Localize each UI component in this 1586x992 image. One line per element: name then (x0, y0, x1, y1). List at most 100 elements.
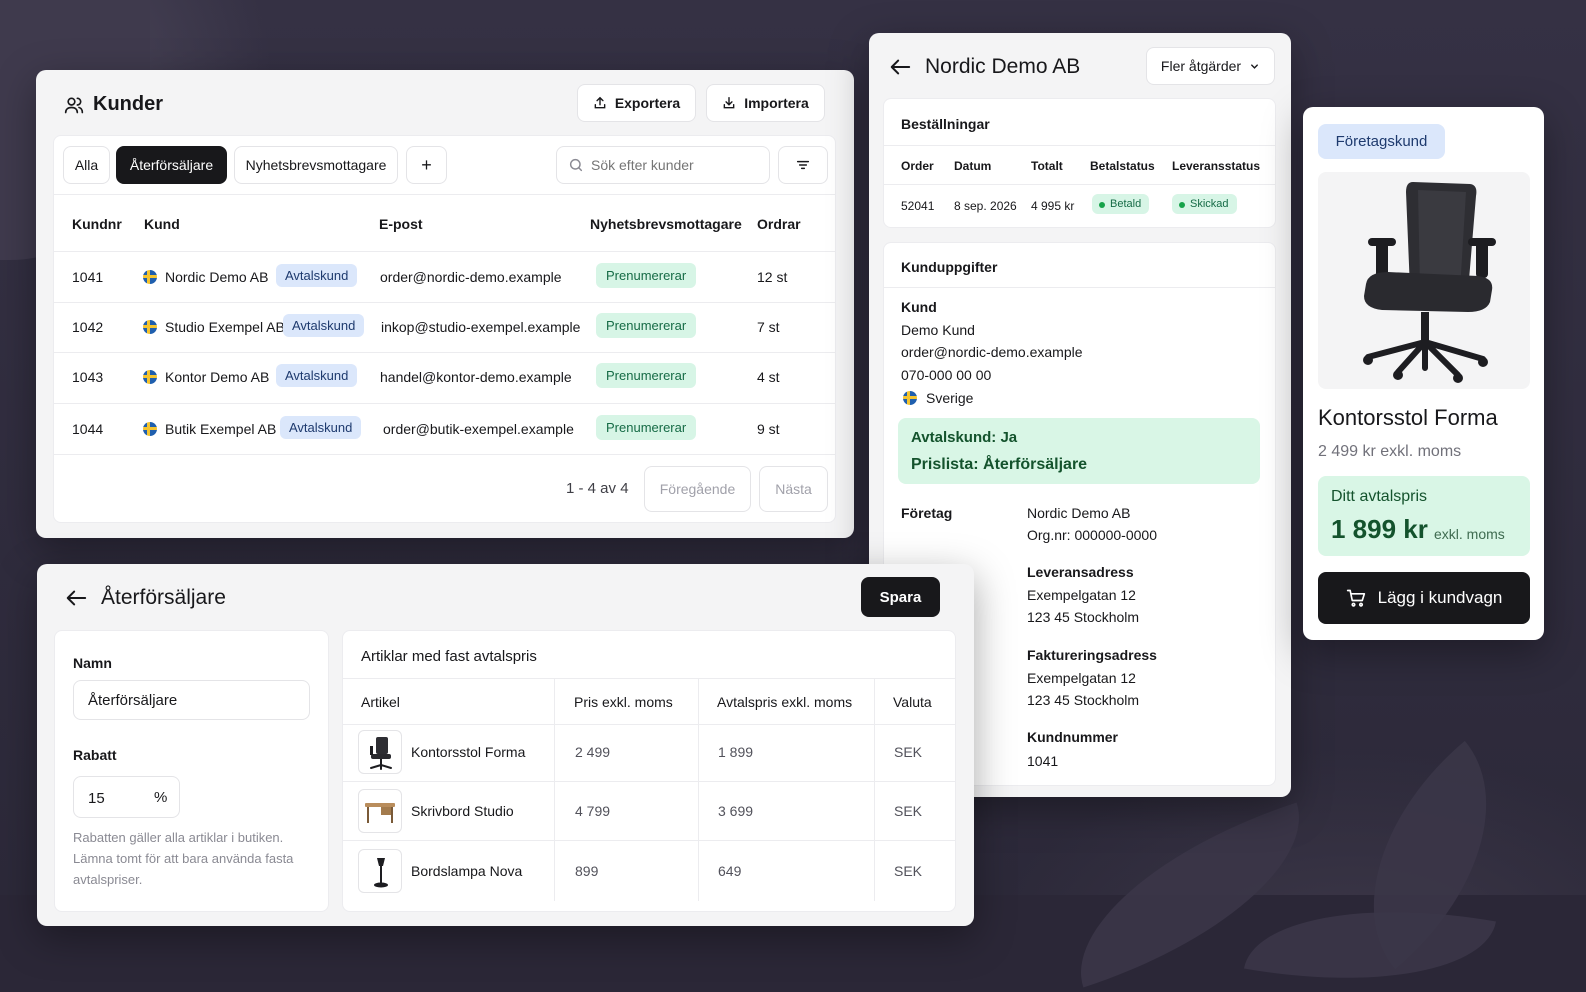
add-to-cart-label: Lägg i kundvagn (1377, 588, 1503, 607)
divider (343, 678, 955, 679)
articles-card: Artiklar med fast avtalspris Artikel Pri… (342, 630, 956, 912)
org-number: Org.nr: 000000-0000 (1027, 527, 1157, 543)
contact-name: Demo Kund (901, 322, 975, 338)
col-header-article: Artikel (361, 694, 400, 710)
export-button[interactable]: Exportera (577, 84, 696, 122)
col-header-price: Pris exkl. moms (574, 694, 673, 710)
customer-number-label: Kundnummer (1027, 729, 1118, 745)
list-price: 2 499 kr exkl. moms (1318, 443, 1462, 460)
delivery-status: Skickad (1190, 198, 1229, 210)
customer-id: 1041 (72, 269, 104, 285)
deal-price-label: Ditt avtalspris (1331, 488, 1428, 505)
agreement-badge: Avtalskund (283, 314, 365, 337)
table-row[interactable]: 1041 Nordic Demo AB Avtalskund order@nor… (54, 252, 835, 302)
filter-resellers[interactable]: Återförsäljare (116, 146, 227, 184)
article-deal-price: 1 899 (718, 744, 754, 760)
divider (54, 194, 835, 195)
search-box[interactable] (556, 146, 770, 184)
contact-phone: 070-000 00 00 (901, 367, 992, 383)
import-button[interactable]: Importera (706, 84, 825, 122)
pricelist-title: Återförsäljare (101, 586, 226, 609)
table-row[interactable]: 1043 Kontor Demo AB Avtalskund handel@ko… (54, 353, 835, 403)
delivery-address-label: Leveransadress (1027, 564, 1134, 580)
discount-field[interactable]: % (73, 776, 180, 818)
status-dot-icon (1099, 202, 1105, 208)
divider (54, 454, 835, 455)
table-row[interactable]: Skrivbord Studio 4 799 3 699 SEK (343, 782, 955, 841)
order-row[interactable]: 52041 8 sep. 2026 4 995 kr Betald Skicka… (884, 185, 1275, 225)
delivery-city: 123 45 Stockholm (1027, 609, 1140, 625)
more-actions-button[interactable]: Fler åtgärder (1146, 47, 1275, 85)
back-arrow-icon[interactable] (65, 588, 87, 608)
contact-email: order@nordic-demo.example (901, 344, 1083, 360)
billing-street: Exempelgatan 12 (1027, 670, 1136, 686)
order-id: 52041 (901, 199, 935, 213)
upload-icon (593, 96, 607, 110)
users-icon (64, 95, 84, 115)
percent-unit: % (154, 789, 168, 806)
desk-lamp-icon (358, 849, 402, 893)
order-count: 7 st (757, 319, 780, 335)
deal-price-suffix: exkl. moms (1434, 526, 1505, 542)
customer-id: 1044 (72, 421, 104, 437)
name-input[interactable] (73, 680, 310, 720)
table-row[interactable]: 1044 Butik Exempel AB Avtalskund order@b… (54, 404, 835, 454)
article-name: Skrivbord Studio (411, 803, 514, 819)
sweden-flag-icon (143, 370, 157, 384)
pricelist-panel: Återförsäljare Spara Namn Rabatt % Rabat… (37, 564, 974, 926)
cart-icon (1346, 588, 1366, 608)
divider (884, 145, 1275, 146)
customers-panel: Kunder Exportera Importera Alla Återförs… (36, 70, 854, 538)
table-row[interactable]: 1042 Studio Exempel AB Avtalskund inkop@… (54, 303, 835, 353)
search-icon (568, 157, 584, 173)
filter-options-button[interactable] (778, 146, 828, 184)
table-row[interactable]: Kontorsstol Forma 2 499 1 899 SEK (343, 725, 955, 782)
filter-newsletter[interactable]: Nyhetsbrevsmottagare (234, 146, 398, 184)
export-label: Exportera (614, 95, 681, 111)
payment-status: Betald (1110, 198, 1142, 210)
product-image (1318, 172, 1530, 389)
pricelist-settings-card: Namn Rabatt % Rabatten gäller alla artik… (54, 630, 329, 912)
orders-card: Beställningar Order Datum Totalt Betalst… (883, 98, 1276, 228)
add-filter-button[interactable]: + (406, 146, 447, 184)
next-page-button[interactable]: Nästa (759, 466, 828, 512)
customer-id: 1042 (72, 319, 104, 335)
article-price: 899 (575, 863, 599, 879)
business-customer-badge: Företagskund (1318, 124, 1445, 159)
order-count: 4 st (757, 369, 780, 385)
article-price: 2 499 (575, 744, 611, 760)
article-currency: SEK (894, 803, 923, 819)
newsletter-badge: Prenumererar (596, 263, 697, 288)
delivery-status-badge: Skickad (1172, 194, 1237, 214)
office-chair-icon (1363, 182, 1496, 383)
customer-name: Kontor Demo AB (165, 369, 270, 385)
customer-email: handel@kontor-demo.example (380, 369, 572, 385)
customer-email: order@butik-exempel.example (383, 421, 574, 437)
discount-input[interactable] (88, 788, 138, 808)
orders-col-total: Totalt (1031, 159, 1063, 173)
customer-email: order@nordic-demo.example (380, 269, 562, 285)
article-currency: SEK (894, 863, 923, 879)
col-header-newsletter: Nyhetsbrevsmottagare (590, 216, 742, 232)
kund-label: Kund (901, 299, 937, 315)
add-to-cart-button[interactable]: Lägg i kundvagn (1318, 572, 1530, 624)
download-icon (722, 96, 736, 110)
import-label: Importera (744, 95, 809, 111)
orders-col-payment: Betalstatus (1090, 159, 1155, 173)
prev-page-button[interactable]: Föregående (644, 466, 751, 512)
newsletter-badge: Prenumererar (596, 415, 697, 440)
discount-label: Rabatt (73, 747, 117, 763)
sweden-flag-icon (903, 391, 917, 405)
contact-country: Sverige (926, 390, 974, 406)
product-card: Företagskund Kontorsstol Forma 2 499 kr … (1303, 107, 1544, 640)
orders-col-delivery: Leveransstatus (1172, 159, 1261, 173)
agreement-status: Avtalskund: Ja (911, 429, 1018, 446)
discount-help-text: Rabatten gäller alla artiklar i butiken.… (73, 830, 294, 887)
divider (884, 287, 1275, 288)
table-row[interactable]: Bordslampa Nova 899 649 SEK (343, 841, 955, 901)
search-input[interactable] (591, 155, 761, 175)
save-button[interactable]: Spara (861, 577, 940, 617)
filter-all[interactable]: Alla (63, 146, 110, 184)
back-arrow-icon[interactable] (889, 57, 911, 77)
billing-city: 123 45 Stockholm (1027, 692, 1140, 708)
